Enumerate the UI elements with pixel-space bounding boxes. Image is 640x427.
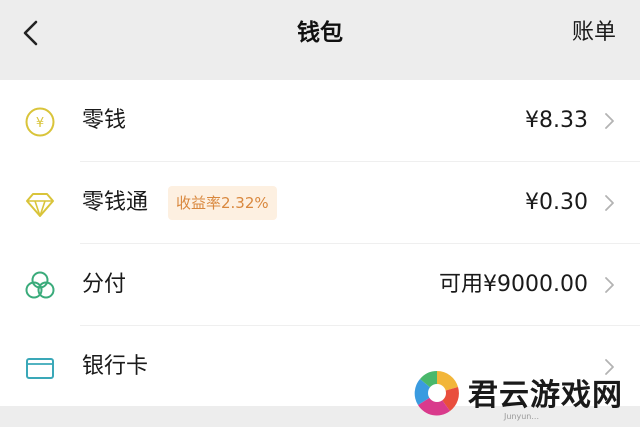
- site-watermark: 君云游戏网 Junyun...: [408, 368, 640, 427]
- yield-badge: 收益率2.32%: [168, 186, 277, 220]
- wallet-row-change[interactable]: ¥ 零钱 ¥8.33: [0, 80, 640, 162]
- watermark-subtext: Junyun...: [504, 412, 540, 421]
- svg-text:¥: ¥: [36, 116, 44, 131]
- wallet-list: ¥ 零钱 ¥8.33 零钱通 收益率2.32% ¥0.30 分付 可用¥9000…: [0, 80, 640, 406]
- page-title: 钱包: [297, 20, 343, 46]
- bill-button[interactable]: 账单: [572, 0, 616, 66]
- chevron-right-icon: [605, 195, 614, 211]
- watermark-logo-icon: [414, 370, 459, 416]
- row-value: ¥0.30: [525, 190, 588, 215]
- row-label: 零钱: [82, 108, 127, 133]
- wallet-row-lingqiantong[interactable]: 零钱通 收益率2.32% ¥0.30: [0, 162, 640, 244]
- row-label: 分付: [82, 272, 127, 297]
- nav-bar: 钱包 账单: [0, 0, 640, 78]
- wallet-row-fenfu[interactable]: 分付 可用¥9000.00: [0, 244, 640, 326]
- row-value: ¥8.33: [525, 108, 588, 133]
- chevron-right-icon: [605, 113, 614, 129]
- chevron-right-icon: [605, 277, 614, 293]
- row-value: 可用¥9000.00: [439, 272, 588, 297]
- watermark-text: 君云游戏网: [468, 378, 623, 413]
- bank-card-icon: [26, 358, 54, 379]
- fenfu-circles-icon: [25, 271, 55, 299]
- row-label: 零钱通: [82, 190, 149, 215]
- row-label: 银行卡: [82, 354, 149, 379]
- yuan-coin-icon: ¥: [25, 107, 55, 137]
- diamond-icon: [26, 193, 54, 217]
